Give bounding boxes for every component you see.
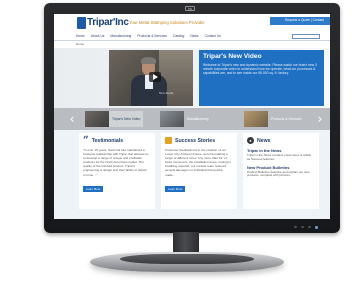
news-item-2-title[interactable]: New Product Bulletins xyxy=(247,165,315,170)
video-player[interactable]: Tom Zerrle xyxy=(109,50,193,106)
slide-label: Manufacturing xyxy=(187,117,209,121)
breadcrumb: Home xyxy=(54,41,330,48)
main-nav: Home About Us Manufacturing Products & S… xyxy=(54,33,330,41)
search-input[interactable] xyxy=(292,34,320,39)
globe-icon: ● xyxy=(247,137,254,144)
testimonials-title: Testimonials xyxy=(91,137,124,144)
monitor-neck xyxy=(173,232,199,254)
monitor: hp Tripar'Inc Your Metal Stamping Soluti… xyxy=(44,3,340,233)
power-icon[interactable] xyxy=(315,225,318,229)
testimonials-card: “ Testimonials "In over 15 years, Sanmin… xyxy=(79,133,155,209)
chevron-left-icon[interactable]: ‹ xyxy=(66,108,78,130)
hero-banner: Tom Zerrle Tripar's New Video Welcome to… xyxy=(54,48,330,108)
bezel-button[interactable] xyxy=(294,226,297,228)
slide-manufacturing[interactable]: Manufacturing xyxy=(160,111,209,127)
nav-home[interactable]: Home xyxy=(76,34,85,39)
success-body: Customer feedback led to the creation of… xyxy=(165,148,231,177)
success-title: Success Stories xyxy=(175,137,216,144)
nav-news[interactable]: News xyxy=(190,34,198,39)
bezel-button[interactable] xyxy=(308,226,311,228)
play-icon[interactable] xyxy=(149,72,161,82)
brand-logo[interactable]: Tripar'Inc xyxy=(77,17,129,29)
hp-logo: hp xyxy=(185,6,195,11)
website-screen: Tripar'Inc Your Metal Stamping Solutions… xyxy=(54,14,330,219)
site-header: Tripar'Inc Your Metal Stamping Solutions… xyxy=(54,14,330,33)
brand-mark-icon xyxy=(77,17,86,29)
nav-contact-us[interactable]: Contact Us xyxy=(205,34,221,39)
nav-items: Home About Us Manufacturing Products & S… xyxy=(76,34,221,39)
feature-slider: ‹ Tripar's New Video Manufacturing Produ… xyxy=(54,108,330,130)
slide-products[interactable]: Products & Services xyxy=(244,111,302,127)
testimonials-body: "In over 15 years, Sanmina has maintaine… xyxy=(83,148,149,177)
news-title: News xyxy=(257,137,271,144)
video-caption: Tom Zerrle xyxy=(159,91,174,95)
presenter-hair xyxy=(141,57,156,64)
slide-video[interactable]: Tripar's New Video xyxy=(85,111,144,127)
puzzle-icon xyxy=(165,137,172,144)
content-columns: “ Testimonials "In over 15 years, Sanmin… xyxy=(54,130,330,213)
slide-thumb-manufacturing xyxy=(160,111,184,127)
slide-thumb-products xyxy=(244,111,268,127)
nav-about-us[interactable]: About Us xyxy=(91,34,105,39)
slide-label: Products & Services xyxy=(271,117,302,121)
hero-title: Tripar's New Video xyxy=(203,53,262,60)
monitor-stand-top xyxy=(120,254,254,264)
breadcrumb-home[interactable]: Home xyxy=(76,42,84,46)
success-header: Success Stories xyxy=(165,136,233,145)
testimonials-learn-more-button[interactable]: Learn More xyxy=(83,185,104,192)
bezel-controls xyxy=(48,223,336,231)
news-item-1-body: Tripar in the News contains press items … xyxy=(247,153,312,161)
news-item-2-body: Product Bulletins describe and explain o… xyxy=(247,169,310,178)
brand-name: Tripar'Inc xyxy=(87,17,129,28)
chevron-right-icon[interactable]: › xyxy=(314,108,326,130)
news-header: ● News xyxy=(247,136,315,145)
hero-body: Welcome to Tripar's new and dynamic webs… xyxy=(203,63,317,76)
success-stories-card: Success Stories Customer feedback led to… xyxy=(161,133,237,209)
hero-text-panel: Tripar's New Video Welcome to Tripar's n… xyxy=(199,50,324,106)
nav-manufacturing[interactable]: Manufacturing xyxy=(110,34,131,39)
nav-catalog[interactable]: Catalog xyxy=(173,34,184,39)
slide-thumb-video xyxy=(85,111,109,127)
testimonials-header: “ Testimonials xyxy=(83,135,151,146)
quote-icon: “ xyxy=(83,135,89,146)
slide-label: Tripar's New Video xyxy=(112,117,141,121)
header-link[interactable]: Request a Quote | Contact xyxy=(285,18,324,22)
success-learn-more-button[interactable]: Learn More xyxy=(165,185,186,192)
bezel-button[interactable] xyxy=(301,226,304,228)
news-card: ● News Tripar in the News Tripar in the … xyxy=(243,133,319,209)
tagline: Your Metal Stamping Solutions Provider xyxy=(129,20,205,25)
nav-products-services[interactable]: Products & Services xyxy=(137,34,167,39)
